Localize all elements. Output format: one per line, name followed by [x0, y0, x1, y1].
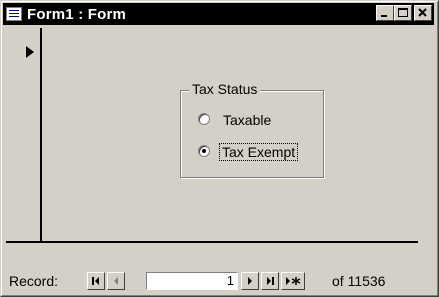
window-controls — [376, 5, 432, 21]
previous-record-icon — [114, 277, 118, 285]
previous-record-button[interactable] — [107, 272, 125, 290]
radio-selected-dot — [202, 149, 206, 153]
option-group-label: Tax Status — [189, 81, 261, 97]
last-record-button[interactable] — [261, 272, 279, 290]
close-button[interactable] — [414, 5, 432, 21]
radio-taxable[interactable] — [198, 113, 210, 125]
tax-status-option-group — [180, 90, 324, 178]
window-title: Form1 : Form — [27, 5, 127, 23]
option-label-taxable[interactable]: Taxable — [223, 112, 271, 128]
first-record-button[interactable] — [87, 272, 105, 290]
new-record-button[interactable] — [281, 272, 305, 290]
next-record-button[interactable] — [241, 272, 259, 290]
radio-tax-exempt[interactable] — [198, 145, 210, 157]
total-records: of 11536 — [332, 273, 386, 289]
minimize-icon — [381, 15, 387, 17]
first-record-icon — [92, 277, 99, 285]
maximize-button[interactable] — [394, 5, 412, 21]
record-selector[interactable] — [6, 28, 42, 241]
title-bar[interactable]: Form1 : Form — [3, 3, 434, 25]
record-label: Record: — [9, 273, 59, 289]
minimize-button[interactable] — [376, 5, 394, 21]
form-icon[interactable] — [6, 7, 22, 21]
section-divider — [6, 241, 418, 243]
record-navigation-bar: Record: 1 of 11536 — [1, 263, 431, 291]
current-record-field[interactable]: 1 — [146, 272, 238, 290]
form-window: Form1 : Form Tax Status Taxable Tax Exem… — [0, 0, 439, 297]
current-record-arrow-icon — [26, 46, 34, 58]
new-record-icon — [286, 277, 301, 285]
option-label-tax-exempt[interactable]: Tax Exempt — [219, 143, 299, 161]
last-record-icon — [267, 277, 274, 285]
close-icon — [418, 8, 427, 17]
maximize-icon — [398, 8, 408, 17]
next-record-icon — [248, 277, 252, 285]
